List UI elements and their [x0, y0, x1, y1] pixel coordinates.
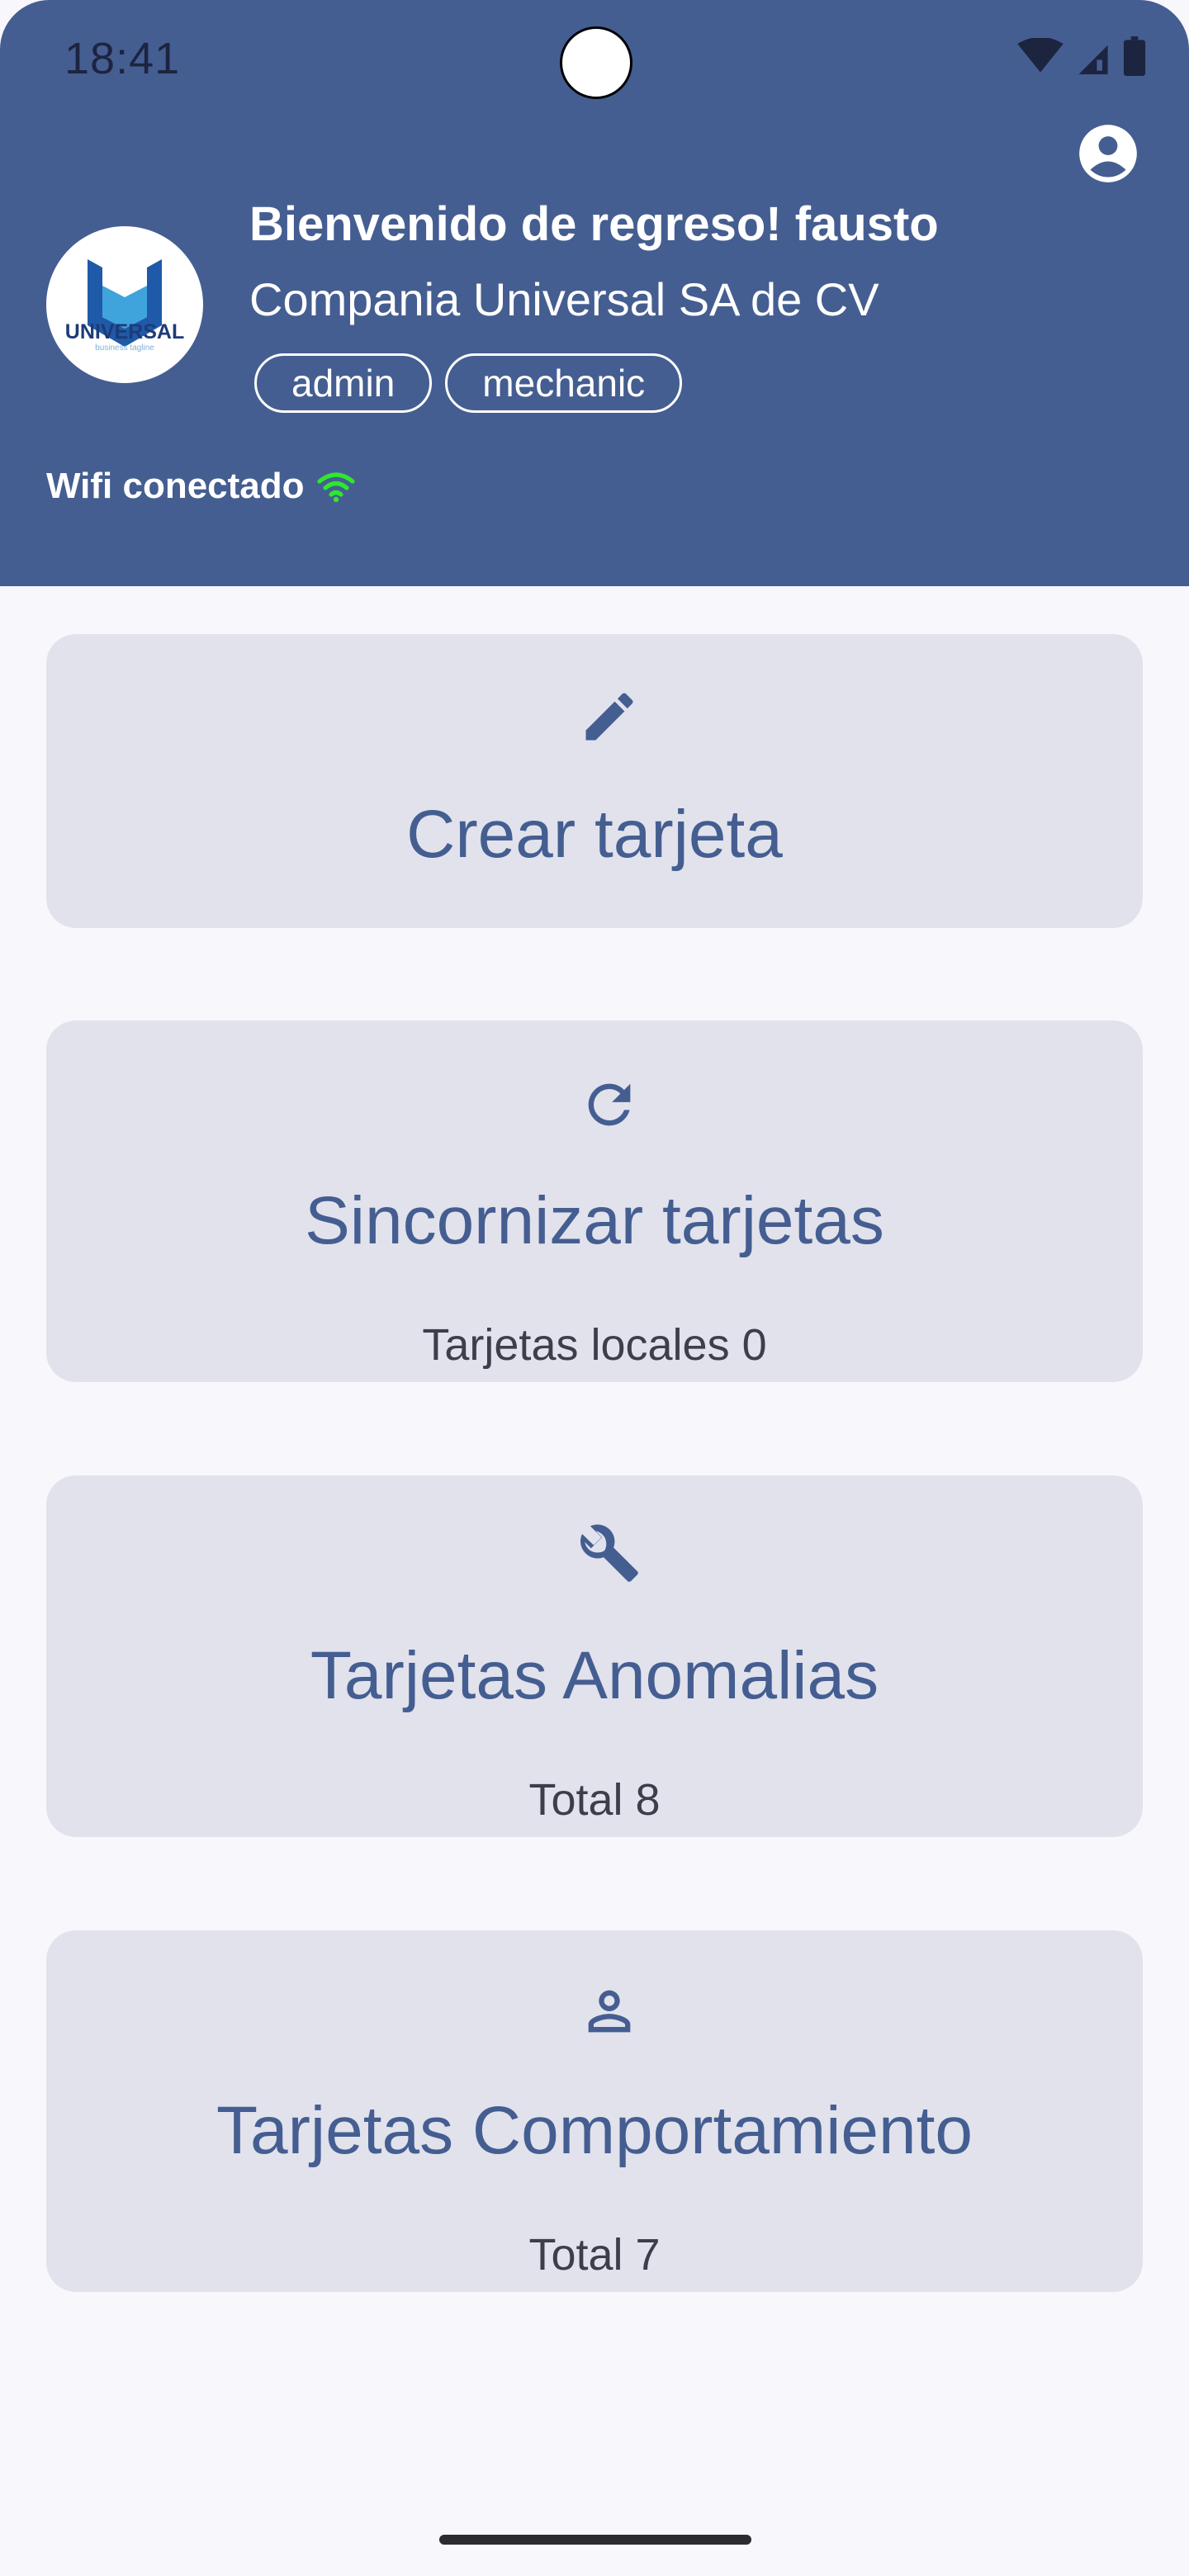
status-icons — [1017, 36, 1146, 76]
logo-tagline: business tagline — [95, 343, 154, 353]
cell-signal-icon — [1078, 45, 1108, 74]
account-button[interactable] — [1077, 122, 1139, 185]
create-card-title: Crear tarjeta — [406, 797, 783, 872]
refresh-icon — [588, 1083, 631, 1126]
wrench-icon — [580, 1524, 638, 1582]
anomaly-cards-button[interactable]: Tarjetas Anomalias Total 8 — [46, 1475, 1143, 1837]
logo-name: UNIVERSAL — [65, 320, 184, 343]
pencil-icon — [585, 693, 633, 741]
behavior-cards-button[interactable]: Tarjetas Comportamiento Total 7 — [46, 1930, 1143, 2292]
anomaly-cards-total: Total 8 — [528, 1775, 661, 1825]
status-time: 18:41 — [64, 34, 181, 83]
sync-cards-title: Sincornizar tarjetas — [305, 1183, 884, 1258]
wifi-icon — [316, 472, 355, 503]
create-card-button[interactable]: Crear tarjeta — [46, 634, 1143, 928]
welcome-message: Bienvenido de regreso! fausto — [249, 197, 939, 251]
person-icon — [588, 1990, 631, 2033]
sync-cards-button[interactable]: Sincornizar tarjetas Tarjetas locales 0 — [46, 1020, 1143, 1382]
behavior-cards-total: Total 7 — [528, 2230, 661, 2280]
anomaly-cards-title: Tarjetas Anomalias — [310, 1638, 879, 1713]
wifi-signal-icon — [1017, 38, 1063, 73]
account-circle-icon — [1079, 125, 1137, 182]
wifi-status: Wifi conectado — [46, 466, 356, 507]
home-indicator[interactable] — [439, 2535, 751, 2545]
behavior-cards-title: Tarjetas Comportamiento — [216, 2093, 973, 2168]
local-cards-count: Tarjetas locales 0 — [422, 1320, 767, 1370]
app-header: 18:41 UNIVERSAL business tagline Bienven… — [0, 0, 1189, 586]
company-logo: UNIVERSAL business tagline — [46, 226, 203, 383]
role-chip-mechanic: mechanic — [445, 353, 683, 413]
battery-icon — [1123, 36, 1146, 76]
role-chips: admin mechanic — [254, 353, 683, 413]
role-chip-admin: admin — [254, 353, 433, 413]
wifi-status-label: Wifi conectado — [46, 466, 305, 506]
camera-cutout — [560, 26, 632, 99]
company-name: Compania Universal SA de CV — [249, 273, 879, 325]
